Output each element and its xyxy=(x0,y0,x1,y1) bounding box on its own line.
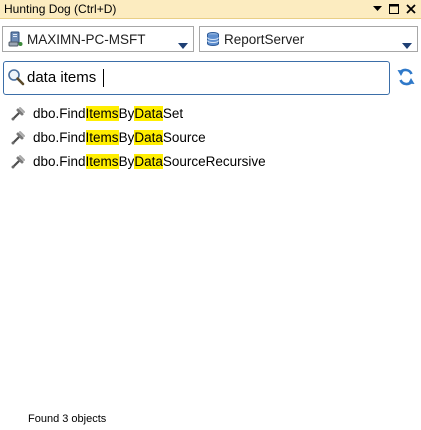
hunting-dog-panel: Hunting Dog (Ctrl+D) MAXIMN-PC-MSFT Repo… xyxy=(0,0,421,430)
server-select[interactable]: MAXIMN-PC-MSFT xyxy=(2,26,194,52)
chevron-down-icon xyxy=(402,36,412,49)
stored-procedure-icon xyxy=(10,154,26,170)
status-text: Found 3 objects xyxy=(28,413,107,425)
list-item[interactable]: dbo.FindItemsByDataSet xyxy=(10,104,183,124)
close-icon[interactable] xyxy=(405,3,417,15)
search-box[interactable] xyxy=(3,61,390,95)
search-match-highlight: Data xyxy=(134,154,163,169)
search-match-highlight: Items xyxy=(85,130,119,145)
list-item[interactable]: dbo.FindItemsByDataSource xyxy=(10,128,206,148)
maximize-icon[interactable] xyxy=(388,3,400,15)
database-select-value: ReportServer xyxy=(224,32,305,47)
stored-procedure-icon xyxy=(10,130,26,146)
magnifier-icon xyxy=(7,68,25,86)
window-controls xyxy=(371,2,417,16)
result-label: dbo.FindItemsByDataSource xyxy=(33,130,206,145)
search-match-highlight: Items xyxy=(85,154,119,169)
search-match-highlight: Data xyxy=(134,106,163,121)
search-input[interactable] xyxy=(27,68,382,88)
window-title: Hunting Dog (Ctrl+D) xyxy=(4,2,117,16)
server-icon xyxy=(8,31,24,47)
title-bar: Hunting Dog (Ctrl+D) xyxy=(0,0,421,19)
text-caret xyxy=(103,69,104,87)
search-match-highlight: Data xyxy=(134,130,163,145)
result-label: dbo.FindItemsByDataSourceRecursive xyxy=(33,154,266,169)
refresh-icon[interactable] xyxy=(396,67,416,87)
list-item[interactable]: dbo.FindItemsByDataSourceRecursive xyxy=(10,152,266,172)
window-position-menu-icon[interactable] xyxy=(371,3,383,15)
stored-procedure-icon xyxy=(10,106,26,122)
database-select[interactable]: ReportServer xyxy=(199,26,418,52)
database-icon xyxy=(205,31,221,47)
server-select-value: MAXIMN-PC-MSFT xyxy=(27,32,146,47)
chevron-down-icon xyxy=(178,36,188,49)
result-label: dbo.FindItemsByDataSet xyxy=(33,106,184,121)
search-match-highlight: Items xyxy=(85,106,119,121)
